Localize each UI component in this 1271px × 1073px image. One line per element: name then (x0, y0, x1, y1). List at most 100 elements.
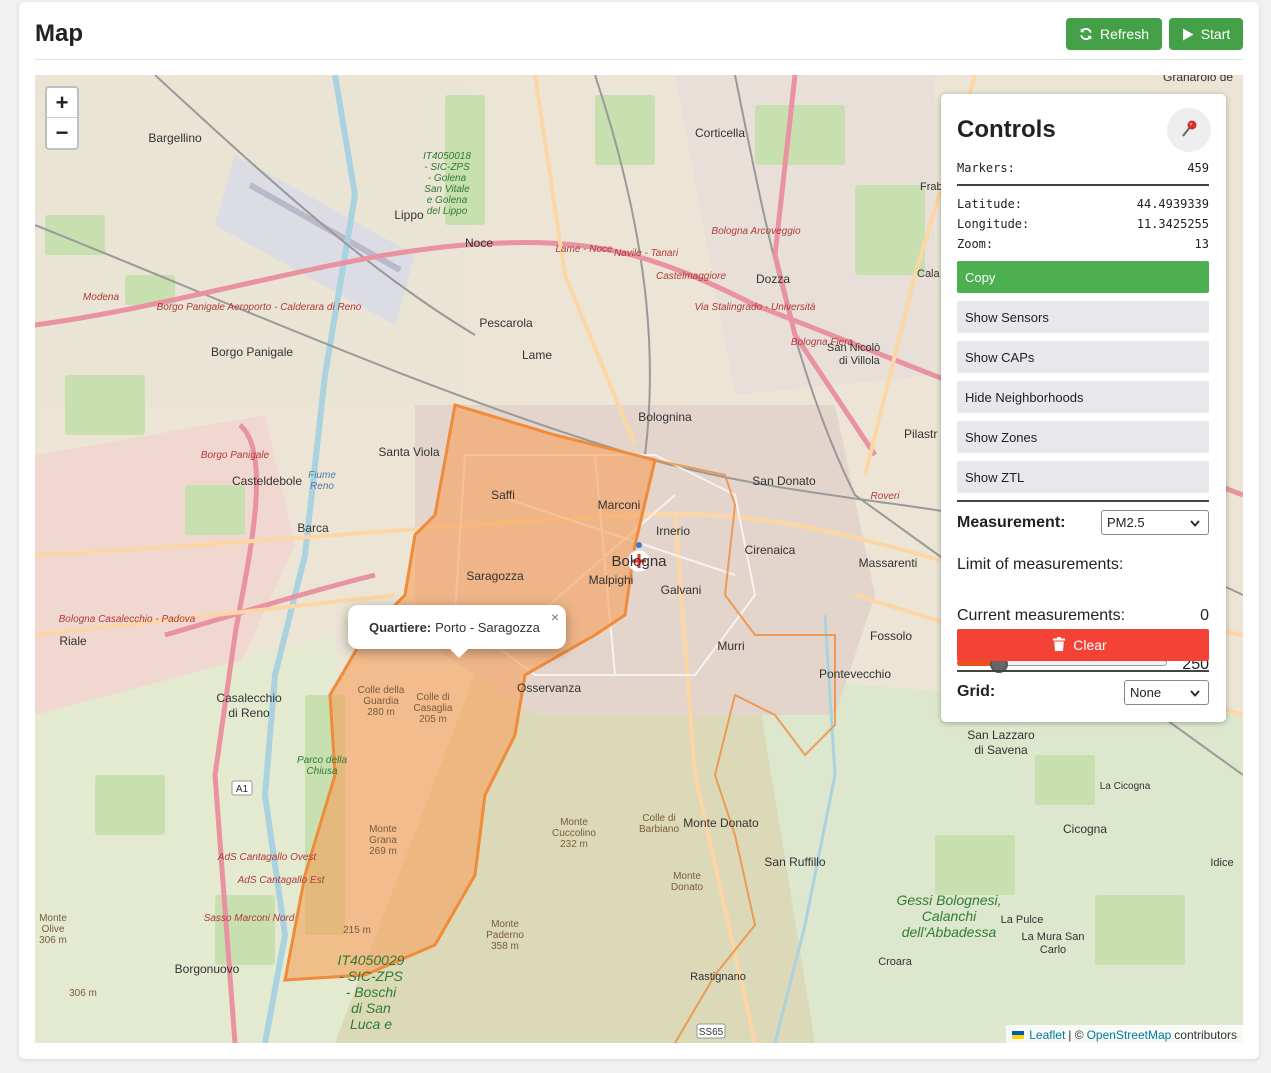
start-label: Start (1200, 26, 1231, 42)
label-galvani: Galvani (661, 583, 702, 597)
show-ztl-button[interactable]: Show ZTL (957, 461, 1209, 493)
map-pin-button[interactable] (1167, 108, 1211, 152)
label-bologna: Bologna (611, 553, 667, 570)
label-monte-olive: Monte Olive 306 m (39, 913, 67, 946)
hide-neighborhoods-button[interactable]: Hide Neighborhoods (957, 381, 1209, 413)
label-irnerio: Irnerio (656, 524, 690, 538)
label-monte-paderno: Monte Paderno 358 m (486, 919, 524, 952)
label-ss65: SS65 (699, 1027, 724, 1038)
measurement-label: Measurement: (957, 514, 1066, 531)
leaflet-link[interactable]: Leaflet (1029, 1028, 1065, 1042)
label-frab: Frab (920, 181, 943, 193)
latitude-value: 44.4939339 (1136, 197, 1209, 211)
zoom-control: + − (45, 86, 79, 150)
label-navile: Navile - Tanari (614, 248, 679, 259)
label-bargellino: Bargellino (148, 131, 202, 145)
refresh-button[interactable]: Refresh (1066, 18, 1162, 50)
chevron-down-icon (1190, 685, 1200, 700)
grid-value: None (1130, 685, 1162, 700)
longitude-row: Longitude: 11.3425255 (957, 217, 1209, 231)
refresh-icon (1079, 27, 1093, 41)
markers-label: Markers: (957, 161, 1015, 175)
label-saffi: Saffi (491, 488, 515, 502)
label-casalecchio-padova: Bologna Casalecchio - Padova (59, 614, 196, 625)
label-lame-noce: Lame - Noce (555, 244, 613, 255)
divider (957, 500, 1209, 502)
label-la-cicogna: La Cicogna (1100, 781, 1151, 792)
label-riale: Riale (59, 634, 87, 648)
label-borgonuovo: Borgonuovo (175, 962, 240, 976)
clear-button[interactable]: Clear (957, 629, 1209, 661)
label-casteldebole: Casteldebole (232, 474, 302, 488)
zoom-in-button[interactable]: + (47, 88, 77, 118)
refresh-label: Refresh (1099, 26, 1150, 42)
label-306m: 306 m (69, 988, 97, 999)
label-pontevecchio: Pontevecchio (819, 667, 891, 681)
label-marconi: Marconi (598, 498, 641, 512)
longitude-label: Longitude: (957, 217, 1030, 231)
label-dozza: Dozza (756, 272, 790, 286)
label-borgo-panigale: Borgo Panigale (211, 345, 293, 359)
label-malpighi: Malpighi (589, 573, 634, 587)
play-icon (1182, 28, 1194, 41)
longitude-value: 11.3425255 (1136, 217, 1209, 231)
show-zones-button[interactable]: Show Zones (957, 421, 1209, 453)
label-san-ruffillo: San Ruffillo (764, 855, 825, 869)
label-roveri: Roveri (871, 491, 901, 502)
label-massarenti: Massarenti (859, 556, 918, 570)
label-saragozza: Saragozza (466, 569, 524, 583)
latitude-row: Latitude: 44.4939339 (957, 197, 1209, 211)
label-murri: Murri (717, 639, 744, 653)
label-sic-golena: IT4050018- SIC-ZPS - Golena San Vitale e Go… (423, 151, 471, 217)
label-cala: Cala (917, 268, 941, 280)
page-title: Map (35, 20, 83, 47)
label-borgo-panigale-rail: Borgo Panigale (201, 450, 270, 461)
label-pilastro: Pilastr (904, 427, 937, 441)
label-idice: Idice (1210, 857, 1233, 869)
popup-key: Quartiere: (369, 619, 432, 635)
label-monte-donato-peak: Monte Donato (671, 871, 704, 893)
label-la-pulce: La Pulce (1001, 914, 1044, 926)
divider (957, 184, 1209, 186)
divider (957, 670, 1209, 672)
show-caps-button[interactable]: Show CAPs (957, 341, 1209, 373)
ukraine-flag-icon (1012, 1030, 1025, 1039)
attribution-suffix: contributors (1174, 1027, 1237, 1042)
label-bologna-arcoveggio: Bologna Arcoveggio (711, 226, 801, 237)
show-sensors-button[interactable]: Show Sensors (957, 301, 1209, 333)
label-castelmaggiore: Castelmaggiore (656, 271, 726, 282)
current-measurements-value: 0 (1200, 607, 1209, 624)
label-modena: Modena (83, 292, 120, 303)
controls-panel: Controls Markers: 459 Latitude: 44.49393… (941, 94, 1226, 722)
limit-label: Limit of measurements: (957, 556, 1124, 573)
map-canvas[interactable]: Bargellino Corticella Lippo Noce Pescaro… (35, 75, 1243, 1043)
grid-select[interactable]: None (1124, 680, 1209, 705)
label-rastignano: Rastignano (690, 971, 746, 983)
label-cantagallo-est: AdS Cantagallo Est (237, 875, 326, 886)
label-a1: A1 (236, 784, 249, 795)
label-corticella: Corticella (695, 126, 745, 140)
label-granarolo: Granarolo de (1163, 75, 1233, 84)
start-button[interactable]: Start (1169, 18, 1243, 50)
current-measurements-label: Current measurements: (957, 607, 1126, 624)
copy-button[interactable]: Copy (957, 261, 1209, 293)
label-santa-viola: Santa Viola (378, 445, 439, 459)
label-sasso-marconi: Sasso Marconi Nord (204, 913, 295, 924)
label-san-donato: San Donato (752, 474, 816, 488)
label-monte-grana: Monte Grana 269 m (369, 824, 397, 857)
label-osservanza: Osservanza (517, 681, 581, 695)
card-header: Map Refresh Start (35, 2, 1243, 60)
markers-row: Markers: 459 (957, 161, 1209, 175)
zoom-value: 13 (1194, 237, 1209, 251)
label-aeroporto: Borgo Panigale Aeroporto - Calderara di … (157, 302, 362, 313)
label-croara: Croara (878, 956, 913, 968)
zoom-row: Zoom: 13 (957, 237, 1209, 251)
grid-label: Grid: (957, 683, 996, 700)
osm-link[interactable]: OpenStreetMap (1087, 1028, 1172, 1042)
chevron-down-icon (1190, 515, 1200, 530)
measurement-select[interactable]: PM2.5 (1101, 510, 1209, 535)
map-pin-icon (1179, 119, 1199, 142)
label-san-lazzaro: San Lazzaro di Savena (967, 728, 1035, 757)
popup-close-button[interactable]: × (551, 609, 559, 625)
zoom-out-button[interactable]: − (47, 118, 77, 148)
